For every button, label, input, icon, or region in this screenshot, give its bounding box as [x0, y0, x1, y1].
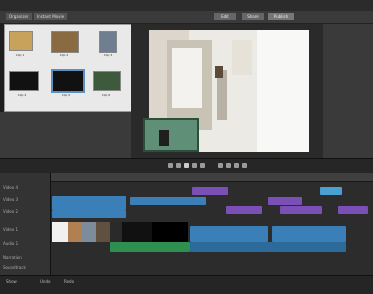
thumbnail-4[interactable]: [9, 71, 39, 91]
video-clip-blue-2[interactable]: [272, 226, 346, 242]
thumbnail-label: Clip 3: [103, 53, 113, 57]
timeline-ruler[interactable]: [50, 173, 373, 182]
thumbnail-6[interactable]: [93, 71, 121, 91]
edit-button[interactable]: Edit: [214, 13, 236, 20]
clip-purple-3[interactable]: [226, 206, 262, 214]
thumbnail-label: Clip 5: [61, 93, 71, 97]
track-header[interactable]: Video 3: [3, 195, 47, 204]
thumbnail-label: Clip 4: [17, 93, 27, 97]
thumbnail-5-selected[interactable]: [51, 69, 85, 93]
tab-instant-movie[interactable]: Instant Movie: [34, 13, 68, 20]
thumbnail-label: Clip 1: [15, 53, 25, 57]
scrub-icon[interactable]: [218, 163, 223, 168]
track-header[interactable]: Video 2: [3, 207, 47, 216]
thumbnail-label: Clip 6: [101, 93, 111, 97]
step-forward-icon[interactable]: [192, 163, 197, 168]
play-icon[interactable]: [184, 163, 189, 168]
track-header[interactable]: Video 4: [3, 183, 47, 192]
undo-button[interactable]: Undo: [40, 279, 50, 284]
tab-organizer[interactable]: Organizer: [6, 13, 32, 20]
thumbnail-label: Clip 2: [59, 53, 69, 57]
preview-image: [137, 30, 309, 152]
track-header[interactable]: Narration: [3, 253, 47, 262]
thumbnail-3[interactable]: [99, 31, 117, 53]
track-header[interactable]: Audio 1: [3, 239, 47, 248]
transport-bar: [0, 158, 373, 174]
audio-icon[interactable]: [234, 163, 239, 168]
clip-blue-2[interactable]: [130, 197, 206, 205]
track-header[interactable]: Soundtrack: [3, 263, 47, 272]
share-button[interactable]: Share: [242, 13, 264, 20]
audio-waveform-clip[interactable]: [190, 242, 346, 252]
track-headers: Video 4 Video 3 Video 2 Video 1 Audio 1 …: [0, 173, 51, 275]
clip-title-blue[interactable]: [52, 196, 126, 210]
clip-purple-5[interactable]: [338, 206, 368, 214]
show-button[interactable]: Show: [6, 279, 17, 284]
fast-forward-icon[interactable]: [200, 163, 205, 168]
clip-purple-2[interactable]: [268, 197, 302, 205]
clip-purple[interactable]: [192, 187, 228, 195]
properties-panel: [323, 24, 373, 158]
video-clip-strip[interactable]: [52, 222, 188, 242]
step-back-icon[interactable]: [176, 163, 181, 168]
track-header[interactable]: Video 1: [3, 225, 47, 234]
fullscreen-icon[interactable]: [242, 163, 247, 168]
clip-purple-4[interactable]: [280, 206, 322, 214]
media-browser-panel: Clip 1 Clip 2 Clip 3 Clip 4 Clip 5 Clip …: [4, 24, 132, 112]
film-thumbnails: [52, 222, 188, 242]
title-bar: [0, 0, 373, 11]
split-clip-icon[interactable]: [226, 163, 231, 168]
rewind-icon[interactable]: [168, 163, 173, 168]
publish-button[interactable]: Publish: [268, 13, 294, 20]
thumbnail-1[interactable]: [9, 31, 33, 51]
preview-frame: [137, 30, 309, 152]
thumbnail-2[interactable]: [51, 31, 79, 53]
panel-empty-area: [0, 112, 131, 162]
redo-button[interactable]: Redo: [64, 279, 74, 284]
clip-blue[interactable]: [320, 187, 342, 195]
audio-clip-green[interactable]: [110, 242, 190, 252]
menu-bar: Organizer Instant Movie Edit Share Publi…: [0, 11, 373, 24]
status-bar: Show Undo Redo: [0, 275, 373, 294]
clip-blue-3[interactable]: [52, 210, 126, 218]
video-clip-blue-1[interactable]: [190, 226, 268, 242]
